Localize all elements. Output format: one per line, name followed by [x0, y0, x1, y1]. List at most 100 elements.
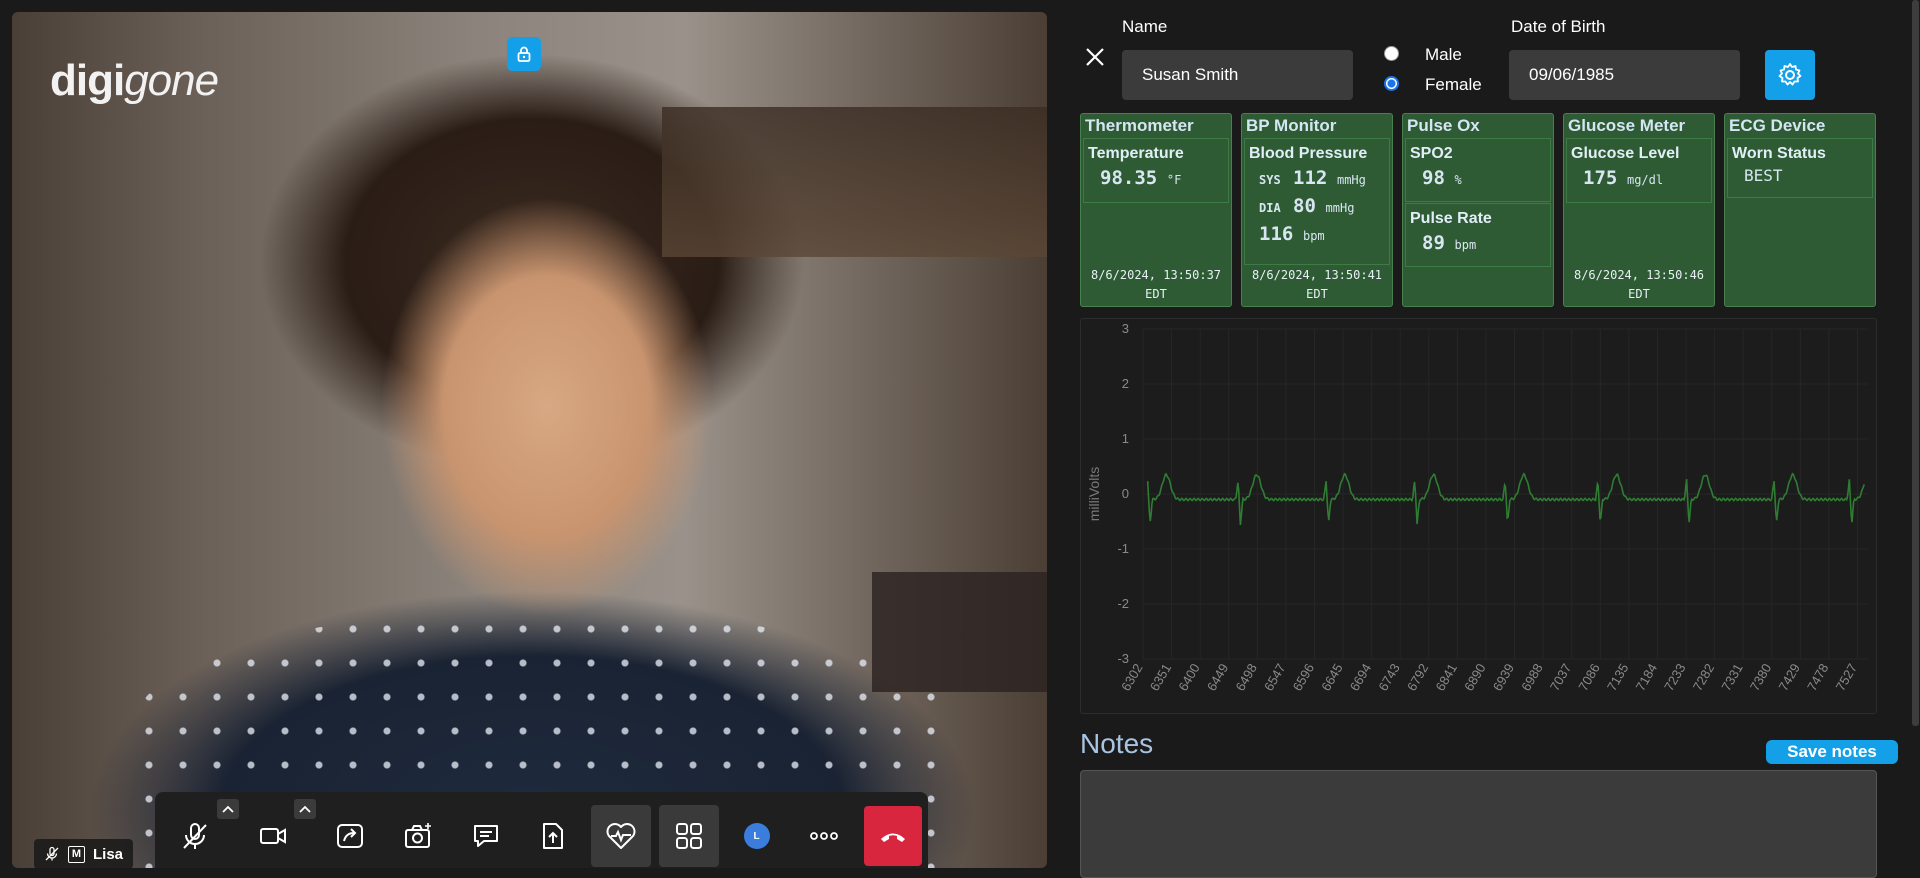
- metric-label: Blood Pressure: [1249, 145, 1368, 162]
- settings-button[interactable]: [1765, 50, 1815, 100]
- dob-label: Date of Birth: [1511, 17, 1606, 36]
- pulse-rate-value: 89: [1422, 232, 1445, 254]
- notes-textarea[interactable]: [1080, 770, 1877, 878]
- bp-monitor-card: BP Monitor Blood Pressure SYS 112 mmHg DI…: [1241, 113, 1393, 307]
- reading-timestamp: 8/6/2024, 13:50:41 EDT: [1251, 268, 1383, 301]
- y-tick-label: 3: [1122, 321, 1129, 336]
- dia-label: DIA: [1259, 201, 1281, 215]
- more-options-button[interactable]: [794, 805, 854, 867]
- metric-label: Worn Status: [1732, 145, 1826, 162]
- scrollbar-thumb[interactable]: [1912, 0, 1919, 726]
- x-tick-label: 6988: [1518, 661, 1545, 694]
- x-tick-label: 6547: [1261, 661, 1288, 694]
- x-tick-label: 7331: [1718, 661, 1745, 694]
- worn-status-value: BEST: [1744, 166, 1783, 185]
- x-tick-label: 6498: [1232, 661, 1259, 694]
- card-title: BP Monitor: [1246, 116, 1337, 135]
- card-title: Glucose Meter: [1568, 116, 1686, 135]
- save-notes-button[interactable]: Save notes: [1766, 740, 1898, 764]
- end-call-button[interactable]: [864, 806, 922, 866]
- card-title: Pulse Ox: [1407, 116, 1480, 135]
- spo2-value: 98: [1422, 167, 1445, 189]
- upload-file-button[interactable]: [524, 805, 584, 867]
- reading-timestamp: 8/6/2024, 13:50:37 EDT: [1090, 268, 1222, 301]
- capture-photo-button[interactable]: [388, 805, 448, 867]
- layout-grid-button[interactable]: [659, 805, 719, 867]
- chevron-up-icon: [299, 805, 312, 813]
- metric-label: SPO2: [1410, 145, 1453, 162]
- ecg-device-card: ECG Device Worn Status BEST: [1724, 113, 1876, 307]
- y-tick-label: 0: [1122, 486, 1129, 501]
- mic-state-badge: M: [68, 845, 85, 863]
- x-tick-label: 6792: [1404, 661, 1431, 694]
- thermometer-card: Thermometer Temperature 98.35 °F 8/6/202…: [1080, 113, 1232, 307]
- video-feed: digigone M Lisa L: [12, 12, 1047, 868]
- gear-icon: [1778, 63, 1802, 86]
- mic-muted-icon: [183, 823, 207, 849]
- x-tick-label: 7086: [1575, 661, 1602, 694]
- x-tick-label: 6694: [1347, 661, 1374, 694]
- pulse-rate-unit: bpm: [1454, 238, 1477, 252]
- mic-options-button[interactable]: [216, 799, 239, 819]
- x-tick-label: 6400: [1175, 661, 1202, 694]
- grid-layout-icon: [675, 823, 702, 849]
- camera-capture-icon: [405, 823, 432, 848]
- x-tick-label: 7233: [1661, 661, 1688, 694]
- x-tick-label: 6743: [1375, 661, 1402, 694]
- glucose-value: 175: [1583, 167, 1618, 189]
- mic-toggle-button[interactable]: [165, 799, 239, 867]
- x-tick-label: 7037: [1547, 661, 1574, 694]
- x-tick-label: 7380: [1747, 661, 1774, 694]
- hang-up-icon: [881, 833, 906, 842]
- notes-title: Notes: [1080, 728, 1154, 759]
- x-tick-label: 7478: [1804, 661, 1831, 694]
- x-tick-label: 6841: [1433, 661, 1460, 694]
- mic-muted-icon: [45, 846, 59, 861]
- sys-label: SYS: [1259, 173, 1281, 187]
- x-tick-label: 7135: [1604, 661, 1631, 694]
- app-root: digigone M Lisa L Name Susan Smith Male …: [0, 0, 1920, 878]
- metric-label: Glucose Level: [1571, 145, 1680, 162]
- pulse-value: 116: [1259, 223, 1294, 245]
- pulse-ox-card: Pulse Ox SPO2 98 % Pulse Rate 89 bpm: [1402, 113, 1554, 307]
- y-tick-label: 2: [1122, 376, 1129, 391]
- bp-unit: mmHg: [1336, 173, 1366, 187]
- video-options-button[interactable]: [294, 799, 317, 819]
- female-radio[interactable]: [1384, 76, 1399, 91]
- temperature-value: 98.35: [1100, 167, 1158, 189]
- chat-button[interactable]: [456, 805, 516, 867]
- participant-avatar: L: [743, 823, 770, 849]
- brand-logo: digigone: [50, 56, 219, 105]
- x-tick-label: 6890: [1461, 661, 1488, 694]
- dob-field[interactable]: 09/06/1985: [1509, 50, 1740, 100]
- x-tick-label: 7184: [1633, 661, 1660, 694]
- ecg-chart: 3 2 1 0 -1 -2 -3 6302 6351 6400 6449 6498 6547 6596 66…: [1080, 318, 1877, 714]
- chat-icon: [473, 825, 498, 847]
- chevron-up-icon: [222, 805, 234, 813]
- sys-value: 112: [1293, 167, 1328, 189]
- y-tick-label: -1: [1117, 541, 1129, 556]
- x-tick-label: 6596: [1290, 661, 1317, 694]
- glucose-meter-card: Glucose Meter Glucose Level 175 mg/dl 8/…: [1563, 113, 1715, 307]
- x-tick-label: 7527: [1833, 661, 1860, 694]
- x-tick-label: 6939: [1490, 661, 1517, 694]
- metric-label: Pulse Rate: [1410, 210, 1492, 227]
- close-icon[interactable]: [1082, 44, 1108, 70]
- heart-vitals-icon: [606, 823, 636, 849]
- female-label: Female: [1425, 75, 1482, 94]
- share-screen-button[interactable]: [320, 805, 380, 867]
- y-tick-label: -2: [1117, 596, 1129, 611]
- dia-value: 80: [1293, 195, 1316, 217]
- video-toggle-button[interactable]: [243, 799, 317, 867]
- participant-name: Lisa: [93, 845, 124, 863]
- y-tick-label: -3: [1117, 651, 1129, 666]
- vitals-button[interactable]: [591, 805, 652, 867]
- share-screen-icon: [337, 824, 364, 848]
- scrollbar[interactable]: [1910, 0, 1920, 878]
- participants-button[interactable]: L: [727, 805, 787, 867]
- ecg-chart-svg: 3210-1-2-36302 6351 6400 6449 6498 6547 6596 66…: [1086, 321, 1868, 694]
- bp-unit: mmHg: [1325, 201, 1355, 215]
- male-radio[interactable]: [1384, 46, 1399, 61]
- name-field[interactable]: Susan Smith: [1122, 50, 1353, 100]
- lock-button[interactable]: [507, 37, 541, 71]
